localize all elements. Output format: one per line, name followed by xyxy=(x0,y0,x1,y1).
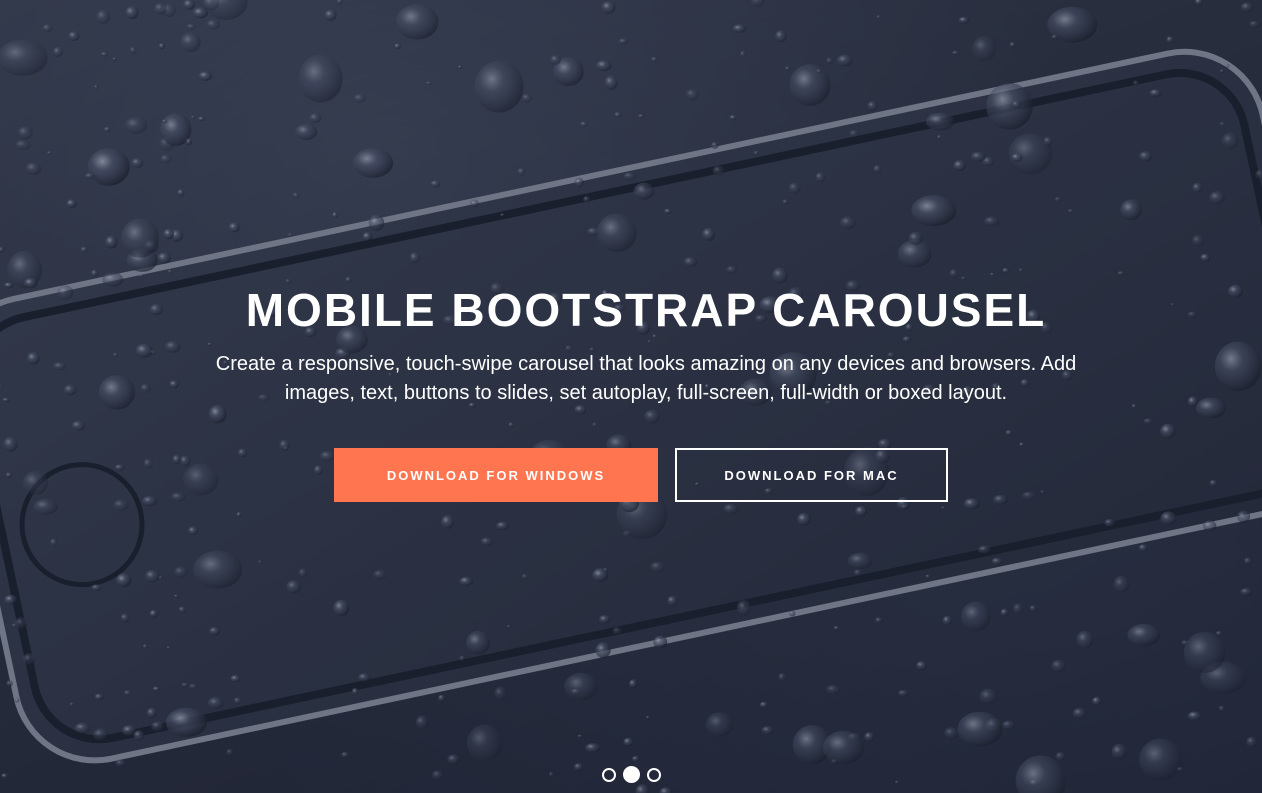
carousel-indicator-2[interactable] xyxy=(622,766,640,783)
download-windows-button[interactable]: DOWNLOAD FOR WINDOWS xyxy=(334,448,658,502)
slide-title: MOBILE BOOTSTRAP CAROUSEL xyxy=(245,284,1047,336)
carousel-indicator-1[interactable] xyxy=(601,767,616,782)
download-mac-button[interactable]: DOWNLOAD FOR MAC xyxy=(675,448,948,502)
slide-content: MOBILE BOOTSTRAP CAROUSEL Create a respo… xyxy=(0,280,1262,502)
carousel-indicators xyxy=(0,766,1262,783)
carousel-slide[interactable]: MOBILE BOOTSTRAP CAROUSEL Create a respo… xyxy=(0,0,1262,793)
slide-description: Create a responsive, touch-swipe carouse… xyxy=(215,353,1077,404)
slide-buttons: DOWNLOAD FOR WINDOWS DOWNLOAD FOR MAC xyxy=(0,448,1262,502)
carousel-indicator-3[interactable] xyxy=(646,767,661,782)
